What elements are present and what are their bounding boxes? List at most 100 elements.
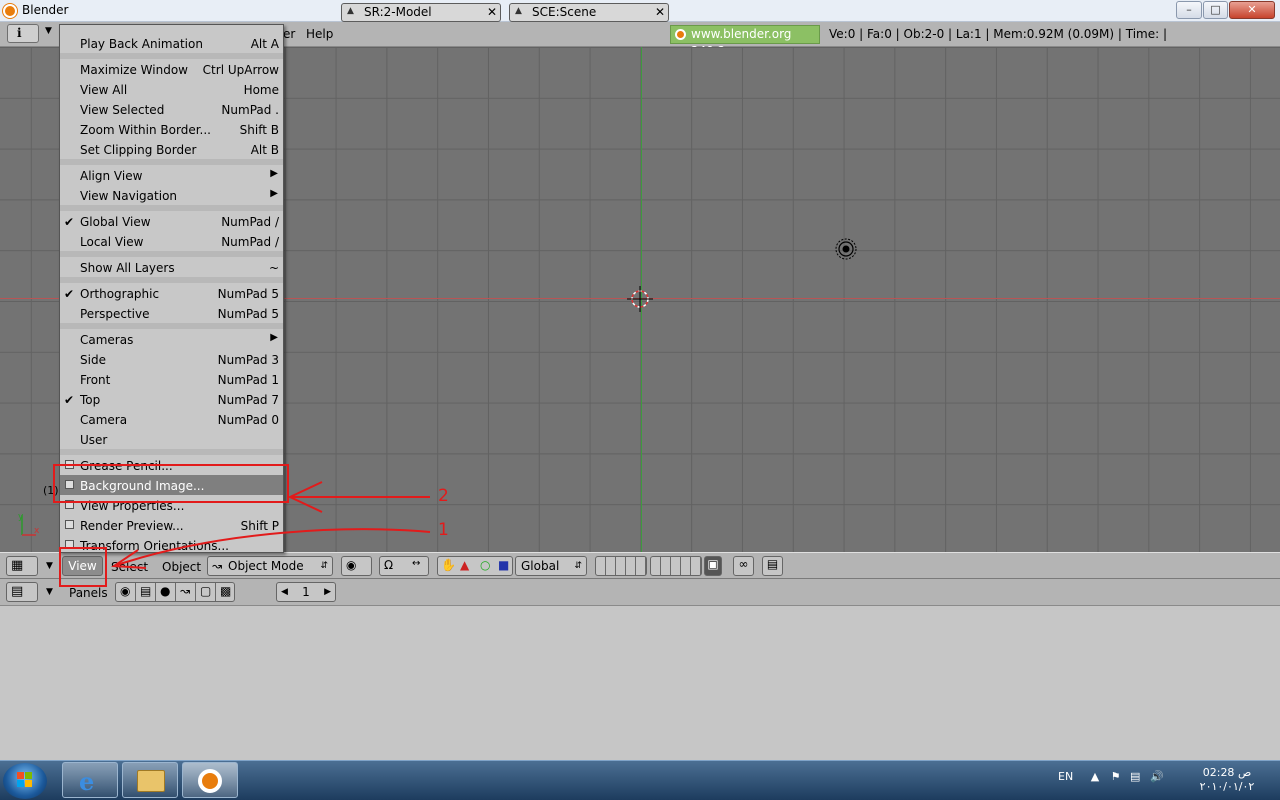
menu-item[interactable]: Show All Layers ~ <box>60 257 283 277</box>
scale-icon[interactable]: ■ <box>498 558 509 572</box>
info-icon: i <box>17 26 22 40</box>
delete-scene-icon[interactable]: ✕ <box>655 4 665 21</box>
onion-skin-button[interactable]: ∞ <box>733 556 754 576</box>
maximize-button[interactable]: □ <box>1203 1 1228 19</box>
menu-item[interactable]: Local View NumPad / <box>60 231 283 251</box>
minimize-button[interactable]: – <box>1176 1 1202 19</box>
start-button[interactable] <box>3 763 47 799</box>
internet-explorer-icon: e <box>79 767 95 796</box>
menu-item-label: Play Back Animation <box>80 37 203 51</box>
menu-item[interactable]: Side NumPad 3 <box>60 349 283 369</box>
shading-icon[interactable]: ● <box>160 584 170 598</box>
menu-item[interactable]: ✔ Orthographic NumPad 5 <box>60 283 283 303</box>
orientation-selector[interactable]: Global ⇵ <box>515 556 587 576</box>
menu-item[interactable]: Zoom Within Border... Shift B <box>60 119 283 139</box>
volume-icon[interactable]: 🔊 <box>1150 770 1164 783</box>
menu-item[interactable]: Camera NumPad 0 <box>60 409 283 429</box>
show-hidden-icons-icon[interactable]: ▲ <box>1091 770 1099 783</box>
menu-item-label: Side <box>80 353 106 367</box>
menu-item[interactable]: View Selected NumPad . <box>60 99 283 119</box>
menu-item-shortcut: NumPad / <box>221 235 279 249</box>
script-icon[interactable]: ▤ <box>140 584 151 598</box>
menu-item[interactable]: ✔ Global View NumPad / <box>60 211 283 231</box>
collapse-triangle-icon[interactable]: ▼ <box>46 587 53 597</box>
lamp-icon[interactable] <box>834 237 858 261</box>
link-icon: ∞ <box>738 557 749 571</box>
menu-item-label: Set Clipping Border <box>80 143 197 157</box>
menu-item-label: Zoom Within Border... <box>80 123 211 137</box>
menu-item[interactable]: Perspective NumPad 5 <box>60 303 283 323</box>
editor-type-button[interactable]: ▤ <box>6 582 38 602</box>
buttons-window[interactable] <box>0 606 1280 760</box>
menu-item-shortcut: NumPad / <box>221 215 279 229</box>
decrement-icon[interactable]: ◀ <box>281 583 288 601</box>
menu-item[interactable]: Set Clipping Border Alt B <box>60 139 283 159</box>
menu-item-label: Perspective <box>80 307 150 321</box>
page-number: 1 <box>302 585 310 599</box>
scene-stats: Ve:0 | Fa:0 | Ob:2-0 | La:1 | Mem:0.92M … <box>829 27 1168 41</box>
collapse-triangle-icon[interactable]: ▼ <box>45 26 52 36</box>
menu-item[interactable]: Front NumPad 1 <box>60 369 283 389</box>
screen-selector[interactable]: ▲ SR:2-Model ✕ <box>341 3 501 22</box>
checkbox-icon <box>65 520 74 529</box>
clock-time: 02:28 ص <box>1202 766 1252 779</box>
blender-url-link[interactable]: www.blender.org 249.2 <box>670 25 820 58</box>
increment-icon[interactable]: ▶ <box>324 583 331 601</box>
context-buttons[interactable]: ◉ ▤ ● ↝ ▢ ▩ <box>115 582 235 602</box>
menu-item[interactable]: Align View ▶ <box>60 165 283 185</box>
blender-app-icon <box>198 769 222 793</box>
close-button[interactable]: ✕ <box>1229 1 1275 19</box>
menu-item[interactable]: Play Back Animation Alt A <box>60 33 283 53</box>
menu-item[interactable]: View Navigation ▶ <box>60 185 283 205</box>
menu-item-label: User <box>80 433 108 447</box>
scene-selector[interactable]: ▲ SCE:Scene ✕ <box>509 3 669 22</box>
object-icon[interactable]: ↝ <box>180 584 190 598</box>
updown-arrows-icon: ▲ <box>515 6 522 16</box>
editor-type-button[interactable]: i <box>7 24 39 43</box>
editing-icon[interactable]: ▢ <box>200 584 211 598</box>
layer-buttons-1[interactable] <box>595 556 647 576</box>
taskbar-blender[interactable] <box>182 762 238 798</box>
menu-item[interactable]: Cameras ▶ <box>60 329 283 349</box>
taskbar-internet-explorer[interactable]: e <box>62 762 118 798</box>
lock-layer-button[interactable]: ▣ <box>704 556 722 576</box>
menu-item[interactable]: View All Home <box>60 79 283 99</box>
menu-item-shortcut: Alt A <box>250 37 279 51</box>
menu-item[interactable]: Maximize Window Ctrl UpArrow <box>60 59 283 79</box>
menu-item-shortcut: Ctrl UpArrow <box>202 63 279 77</box>
menu-item-label: View Selected <box>80 103 165 117</box>
render-button[interactable]: ▤ <box>762 556 783 576</box>
menu-item-label: Orthographic <box>80 287 160 301</box>
collapse-triangle-icon[interactable]: ▼ <box>46 561 53 571</box>
menu-item-shortcut: Home <box>243 83 279 97</box>
menu-item-shortcut: NumPad 0 <box>217 413 279 427</box>
menu-item-label: Front <box>80 373 111 387</box>
delete-screen-icon[interactable]: ✕ <box>487 4 497 21</box>
layer-buttons-2[interactable] <box>650 556 702 576</box>
page-number-field[interactable]: ◀ 1 ▶ <box>276 582 336 602</box>
menu-item[interactable]: ✔ Top NumPad 7 <box>60 389 283 409</box>
scene-icon[interactable]: ▩ <box>220 584 231 598</box>
lock-icon: ▣ <box>707 557 719 571</box>
translate-icon[interactable]: ▲ <box>460 558 469 572</box>
editor-type-button[interactable]: ▦ <box>6 556 38 576</box>
network-icon[interactable]: ▤ <box>1130 770 1140 783</box>
taskbar-clock[interactable]: 02:28 ص ٢٠١٠/٠١/٠٢ <box>1196 766 1258 794</box>
menu-item-shortcut: NumPad 5 <box>217 287 279 301</box>
hand-icon[interactable]: ✋ <box>441 558 456 572</box>
menu-help[interactable]: Help <box>306 27 333 41</box>
clock-date: ٢٠١٠/٠١/٠٢ <box>1199 780 1255 793</box>
menu-render-label[interactable]: er <box>283 27 295 41</box>
menu-item[interactable]: User <box>60 429 283 449</box>
language-indicator[interactable]: EN <box>1058 770 1073 783</box>
taskbar-explorer[interactable] <box>122 762 178 798</box>
action-center-flag-icon[interactable]: ⚑ <box>1111 770 1121 783</box>
scene-name: SCE:Scene <box>532 5 597 19</box>
manipulator-buttons[interactable]: ✋ ▲ ○ ■ <box>437 556 513 576</box>
screen-name: SR:2-Model <box>364 5 432 19</box>
menu-item-label: Camera <box>80 413 128 427</box>
panels-menu[interactable]: Panels <box>69 586 108 600</box>
svg-text:x: x <box>34 526 40 536</box>
logic-icon[interactable]: ◉ <box>120 584 130 598</box>
rotate-icon[interactable]: ○ <box>480 558 490 572</box>
